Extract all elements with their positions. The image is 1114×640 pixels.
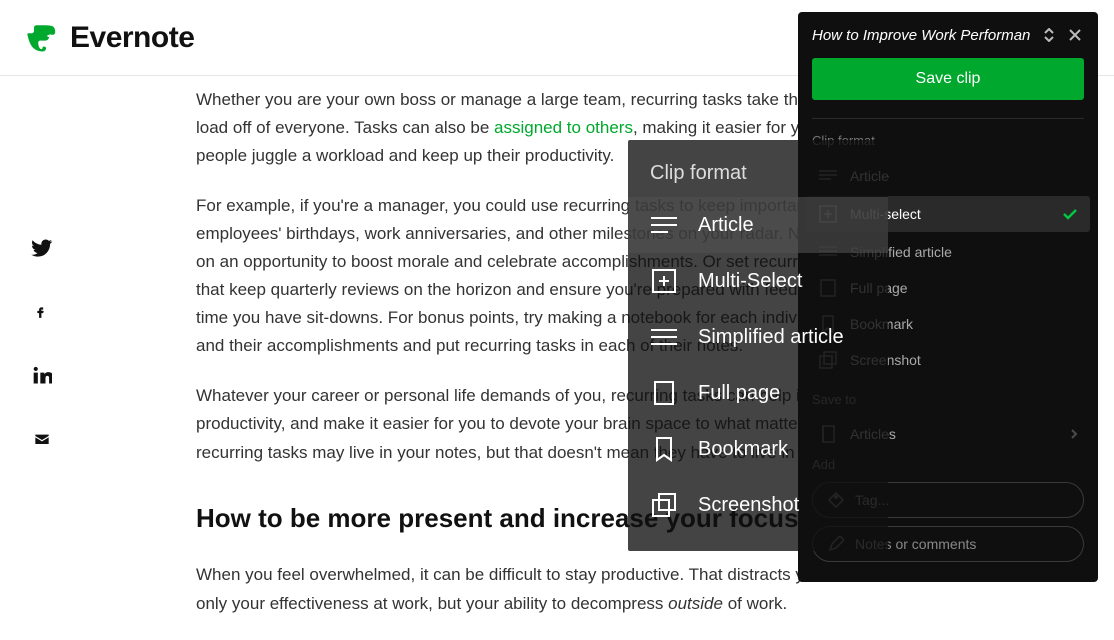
share-email-icon[interactable] [30, 428, 54, 452]
clipper-head: How to Improve Work Performan [812, 26, 1084, 44]
flyout-option-label: Simplified article [698, 326, 844, 349]
flyout-option-bookmark[interactable]: Bookmark [628, 421, 888, 477]
flyout-option-label: Screenshot [698, 494, 799, 517]
save-clip-button[interactable]: Save clip [812, 58, 1084, 100]
flyout-heading: Clip format [628, 156, 888, 197]
flyout-option-screenshot[interactable]: Screenshot [628, 477, 888, 533]
multiselect-icon [650, 267, 678, 295]
flyout-option-simplified[interactable]: Simplified article [628, 309, 888, 365]
chevron-right-icon [1070, 428, 1078, 440]
evernote-elephant-icon [26, 21, 60, 55]
flyout-option-label: Article [698, 214, 754, 237]
flyout-option-label: Bookmark [698, 438, 788, 461]
flyout-option-article[interactable]: Article [628, 197, 888, 253]
share-facebook-icon[interactable] [30, 300, 54, 324]
text-emphasis: outside [668, 594, 723, 613]
clip-format-flyout: Clip format Article Multi-Select Simplif… [628, 140, 888, 551]
simplified-icon [650, 323, 678, 351]
bookmark-icon [650, 435, 678, 463]
brand-logo-link[interactable]: Evernote [26, 21, 194, 55]
flyout-option-fullpage[interactable]: Full page [628, 365, 888, 421]
check-icon [1062, 208, 1078, 220]
text: of work. [723, 594, 787, 613]
flyout-option-multiselect[interactable]: Multi-Select [628, 253, 888, 309]
article-icon [650, 211, 678, 239]
share-twitter-icon[interactable] [30, 236, 54, 260]
clipper-title: How to Improve Work Performan [812, 27, 1032, 44]
fullpage-icon [650, 379, 678, 407]
brand-name: Evernote [70, 21, 194, 55]
updown-icon[interactable] [1040, 26, 1058, 44]
social-share-rail [30, 236, 54, 452]
share-linkedin-icon[interactable] [30, 364, 54, 388]
flyout-option-label: Full page [698, 382, 780, 405]
divider [812, 118, 1084, 119]
link-assigned-to-others[interactable]: assigned to others [494, 118, 633, 137]
close-icon[interactable] [1066, 26, 1084, 44]
flyout-option-label: Multi-Select [698, 270, 802, 293]
screenshot-icon [650, 491, 678, 519]
